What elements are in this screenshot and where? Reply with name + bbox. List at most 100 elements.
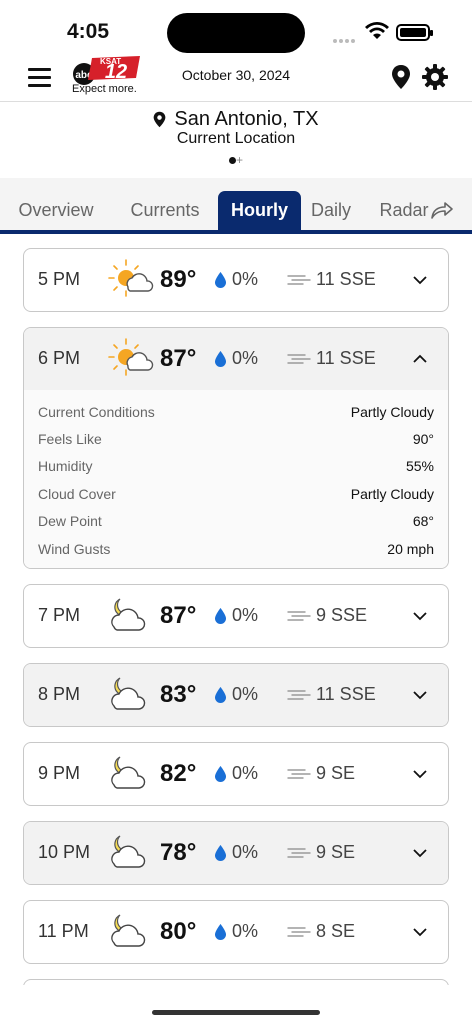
partly-sunny-icon xyxy=(106,336,154,378)
battery-icon xyxy=(396,24,433,41)
hour-label: 5 PM xyxy=(38,269,81,289)
chevron-down-icon[interactable] xyxy=(412,845,428,863)
precip-chance: 0% xyxy=(232,763,259,784)
temperature: 82° xyxy=(160,760,197,788)
temperature: 87° xyxy=(160,345,197,372)
chevron-up-icon[interactable] xyxy=(412,351,428,369)
wind-icon xyxy=(287,925,311,944)
hourly-card[interactable]: 10 PM 78° 0% 9 SE xyxy=(23,821,449,886)
partly-cloudy-night-icon xyxy=(106,593,154,635)
detail-row: Humidity 55% xyxy=(38,453,434,480)
temperature: 83° xyxy=(160,681,197,709)
hourly-card[interactable]: 11 PM 80° 0% 8 SE xyxy=(23,900,449,965)
hourly-card[interactable]: 5 PM 89° 0% 11 SSE xyxy=(23,248,449,312)
hour-label: 10 PM xyxy=(38,842,91,863)
tab-hourly[interactable]: Hourly xyxy=(218,191,301,230)
partly-cloudy-night-icon xyxy=(106,751,154,793)
detail-value: 55% xyxy=(405,458,434,475)
detail-value: Partly Cloudy xyxy=(350,403,434,420)
wind-speed-direction: 11 SSE xyxy=(316,684,376,705)
location-pin-icon[interactable] xyxy=(391,64,411,90)
app-header: abc KSAT 12 Expect more. October 30, 202… xyxy=(0,52,472,102)
hourly-row[interactable]: 8 PM 83° 0% 11 SSE xyxy=(24,664,448,727)
hourly-row[interactable]: 11 PM 80° 0% 8 SE xyxy=(24,901,448,963)
raindrop-icon xyxy=(214,686,227,709)
tagline: Expect more. xyxy=(72,83,137,95)
raindrop-icon xyxy=(214,765,227,788)
wind-speed-direction: 9 SE xyxy=(316,842,356,863)
dynamic-island xyxy=(167,13,305,53)
detail-row: Dew Point 68° xyxy=(38,508,434,535)
detail-row: Feels Like 90° xyxy=(38,425,434,452)
wind-speed-direction: 9 SSE xyxy=(316,605,368,626)
partly-cloudy-night-icon xyxy=(106,830,154,872)
tab-daily[interactable]: Daily xyxy=(305,191,357,230)
detail-row: Cloud Cover Partly Cloudy xyxy=(38,480,434,507)
temperature: 87° xyxy=(160,602,197,630)
hourly-row[interactable]: 10 PM 78° 0% 9 SE xyxy=(24,822,448,885)
detail-label: Humidity xyxy=(38,458,93,475)
chevron-down-icon[interactable] xyxy=(412,687,428,705)
raindrop-icon xyxy=(214,607,227,630)
bottom-bar xyxy=(0,985,472,1024)
hour-label: 11 PM xyxy=(38,921,89,942)
tab-radar[interactable]: Radar xyxy=(376,191,432,230)
precip-chance: 0% xyxy=(232,684,259,705)
detail-label: Wind Gusts xyxy=(38,540,111,557)
wind-speed-direction: 11 SSE xyxy=(316,269,376,289)
raindrop-icon xyxy=(214,350,227,373)
hour-label: 9 PM xyxy=(38,763,81,784)
precip-chance: 0% xyxy=(232,348,259,368)
location-pin-small-icon xyxy=(154,111,166,128)
hourly-list: 5 PM 89° 0% 11 SSE 6 PM 87° 0% 11 SSE Current Co… xyxy=(23,248,449,1024)
raindrop-icon xyxy=(214,844,227,867)
detail-value: 90° xyxy=(412,431,434,448)
wind-icon xyxy=(287,352,311,371)
temperature: 89° xyxy=(160,266,197,293)
partly-sunny-icon xyxy=(106,257,154,299)
detail-label: Dew Point xyxy=(38,513,102,530)
chevron-down-icon[interactable] xyxy=(412,608,428,626)
tab-overview[interactable]: Overview xyxy=(10,191,102,230)
wind-icon xyxy=(287,273,311,292)
detail-value: Partly Cloudy xyxy=(350,485,434,502)
precip-chance: 0% xyxy=(232,842,259,863)
location-subtitle: Current Location xyxy=(176,130,296,147)
chevron-down-icon[interactable] xyxy=(412,766,428,784)
precip-chance: 0% xyxy=(232,605,259,626)
detail-row: Wind Gusts 20 mph xyxy=(38,535,434,562)
wind-speed-direction: 9 SE xyxy=(316,763,356,784)
hourly-card[interactable]: 7 PM 87° 0% 9 SSE xyxy=(23,584,449,649)
chevron-down-icon[interactable] xyxy=(412,272,428,290)
hourly-card[interactable]: 8 PM 83° 0% 11 SSE xyxy=(23,663,449,728)
page-indicator[interactable]: + xyxy=(0,154,472,166)
location-header[interactable]: San Antonio, TX Current Location + xyxy=(0,102,472,176)
chevron-down-icon[interactable] xyxy=(412,924,428,942)
wind-icon xyxy=(287,846,311,865)
detail-label: Cloud Cover xyxy=(38,485,116,502)
hourly-row[interactable]: 5 PM 89° 0% 11 SSE xyxy=(24,249,448,311)
gear-icon[interactable] xyxy=(422,64,448,90)
hourly-card[interactable]: 9 PM 82° 0% 9 SE xyxy=(23,742,449,807)
precip-chance: 0% xyxy=(232,269,259,289)
detail-label: Current Conditions xyxy=(38,403,155,420)
raindrop-icon xyxy=(214,923,227,946)
share-arrow-icon[interactable] xyxy=(430,200,454,220)
tab-currents[interactable]: Currents xyxy=(120,191,210,230)
hourly-card[interactable]: 6 PM 87° 0% 11 SSE Current Conditions Partly … xyxy=(23,327,449,570)
hourly-row[interactable]: 9 PM 82° 0% 9 SE xyxy=(24,743,448,805)
status-time: 4:05 xyxy=(67,20,110,43)
detail-label: Feels Like xyxy=(38,431,102,448)
partly-cloudy-night-icon xyxy=(106,909,154,951)
detail-value: 68° xyxy=(412,513,434,530)
add-location-icon[interactable]: + xyxy=(236,153,243,167)
home-indicator[interactable] xyxy=(152,1010,320,1015)
detail-value: 20 mph xyxy=(387,540,434,557)
wind-icon xyxy=(287,688,311,707)
status-bar: 4:05 xyxy=(0,0,472,53)
hourly-row[interactable]: 6 PM 87° 0% 11 SSE xyxy=(24,328,448,390)
hourly-row[interactable]: 7 PM 87° 0% 9 SSE xyxy=(24,585,448,647)
hour-label: 7 PM xyxy=(38,605,81,626)
partly-cloudy-night-icon xyxy=(106,672,154,714)
page-dot-active xyxy=(228,157,236,164)
